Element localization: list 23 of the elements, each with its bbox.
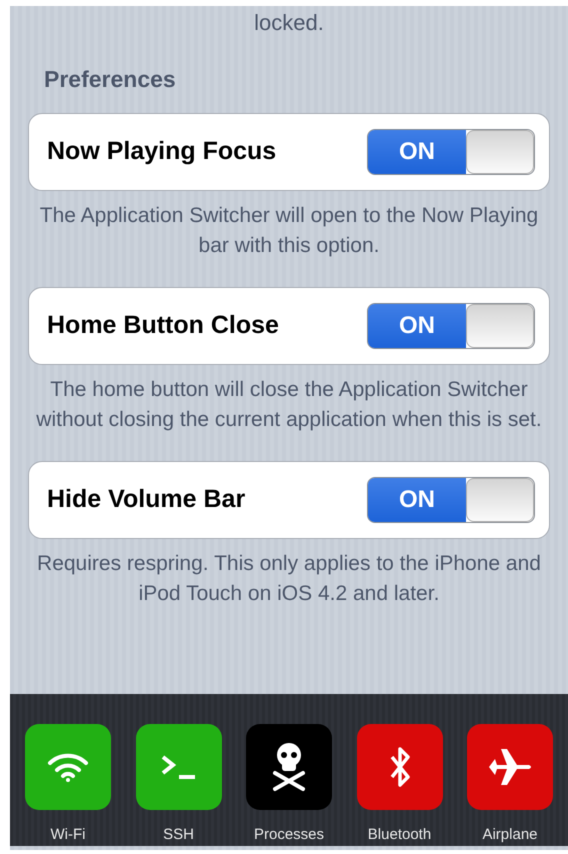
toggle-switch[interactable]: ON <box>367 476 535 522</box>
toggle-switch[interactable]: ON <box>367 302 535 348</box>
toggle-button[interactable] <box>356 724 442 810</box>
toggle-label: Wi-Fi <box>50 824 86 844</box>
setting-description: Requires respring. This only applies to the iPhone and iPod Touch on iOS 4.2 and later. <box>36 550 542 606</box>
setting-label: Hide Volume Bar <box>47 484 246 515</box>
toggle-button[interactable] <box>136 724 222 810</box>
toggle-button[interactable] <box>246 724 332 810</box>
skull-crossbones-icon <box>271 740 307 793</box>
toggle-label: SSH <box>163 824 194 844</box>
setting-description: The home button will close the Application Switcher without closing the current application when this is set. <box>35 376 543 432</box>
toggle-label: Airplane <box>482 824 538 844</box>
setting-label: Now Playing Focus <box>47 136 276 167</box>
toggle-button[interactable] <box>467 724 553 810</box>
section-title: Preferences <box>44 65 177 94</box>
note-text: locked. <box>253 9 325 36</box>
airplane-icon <box>487 746 533 787</box>
toggle-button[interactable] <box>25 724 111 810</box>
toggle-switch[interactable]: ON <box>367 128 535 174</box>
setting-description: The Application Switcher will open to the Now Playing bar with this option. <box>38 202 540 258</box>
toggle-label: Bluetooth <box>368 824 432 844</box>
toggle-label: Processes <box>254 824 324 844</box>
setting-label: Home Button Close <box>47 310 279 341</box>
